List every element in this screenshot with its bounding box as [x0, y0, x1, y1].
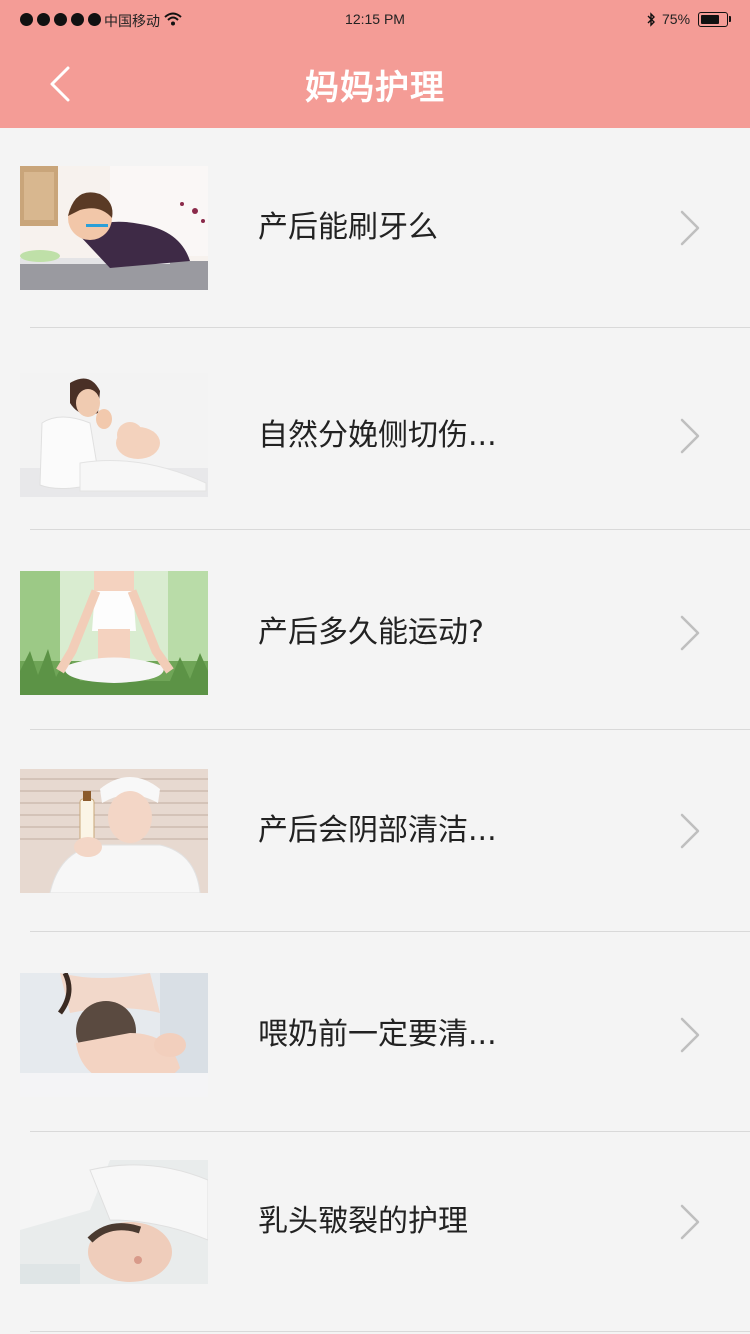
chevron-right-icon — [676, 613, 704, 653]
article-thumbnail — [20, 1160, 208, 1284]
list-item[interactable]: 乳头皲裂的护理 — [0, 1132, 750, 1332]
battery-percent: 75% — [662, 11, 691, 27]
article-title: 产后能刷牙么 — [258, 210, 438, 245]
chevron-right-icon — [676, 1202, 704, 1242]
chevron-right-icon — [676, 208, 704, 248]
page-title: 妈妈护理 — [305, 68, 445, 108]
list-item[interactable]: 产后能刷牙么 — [0, 128, 750, 328]
chevron-right-icon — [676, 811, 704, 851]
bluetooth-icon — [647, 12, 655, 27]
battery-icon — [698, 12, 728, 27]
list-item[interactable]: 产后多久能运动? — [0, 530, 750, 730]
list-item[interactable]: 喂奶前一定要清... — [0, 932, 750, 1132]
article-title: 喂奶前一定要清... — [258, 1017, 497, 1052]
list-item[interactable]: 产后会阴部清洁... — [0, 730, 750, 932]
article-title: 产后会阴部清洁... — [258, 813, 497, 848]
nav-header: 中国移动 12:15 PM 75% 妈妈护理 — [0, 0, 750, 128]
clock: 12:15 PM — [345, 11, 405, 27]
list-divider — [30, 1331, 750, 1332]
article-title: 自然分娩侧切伤... — [258, 418, 497, 453]
status-bar: 中国移动 12:15 PM 75% — [0, 0, 750, 40]
article-title: 乳头皲裂的护理 — [258, 1204, 468, 1239]
list-item[interactable]: 自然分娩侧切伤... — [0, 328, 750, 530]
article-thumbnail — [20, 973, 208, 1097]
chevron-right-icon — [676, 1015, 704, 1055]
chevron-right-icon — [676, 416, 704, 456]
article-thumbnail — [20, 373, 208, 497]
article-thumbnail — [20, 166, 208, 290]
article-thumbnail — [20, 571, 208, 695]
article-thumbnail — [20, 769, 208, 893]
article-title: 产后多久能运动? — [258, 615, 484, 650]
